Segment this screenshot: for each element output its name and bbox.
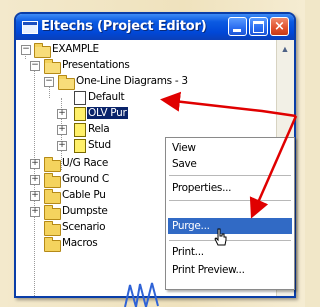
tree-item-label: Dumpste bbox=[62, 205, 108, 217]
tree-item-label: OLV Pur bbox=[87, 107, 128, 119]
tree-item-default[interactable]: Default bbox=[16, 90, 216, 105]
tree-item-label: One-Line Diagrams - 3 bbox=[76, 75, 188, 87]
tree-item-label: Stud bbox=[88, 139, 111, 151]
expand-toggle[interactable]: + bbox=[57, 125, 67, 135]
menu-item-print[interactable]: Print... bbox=[172, 244, 204, 260]
document-icon bbox=[74, 123, 86, 137]
menu-separator bbox=[169, 240, 291, 241]
close-button[interactable]: × bbox=[270, 17, 289, 36]
menu-item-save[interactable]: Save bbox=[172, 156, 197, 172]
expand-toggle[interactable]: + bbox=[57, 141, 67, 151]
collapse-toggle[interactable]: − bbox=[44, 77, 54, 87]
menu-separator bbox=[169, 200, 291, 201]
folder-icon bbox=[34, 43, 51, 58]
folder-icon bbox=[44, 189, 61, 204]
tree-item-label: Ground C bbox=[62, 173, 109, 185]
title-bar[interactable]: Eltechs (Project Editor) × bbox=[16, 14, 294, 40]
collapse-toggle[interactable]: − bbox=[21, 45, 31, 55]
expand-toggle[interactable]: + bbox=[30, 175, 40, 185]
menu-item-print-preview[interactable]: Print Preview... bbox=[172, 262, 245, 278]
tree-item-label: Presentations bbox=[62, 59, 130, 71]
app-window-icon bbox=[22, 21, 38, 34]
tree-item-label: Cable Pu bbox=[62, 189, 106, 201]
minimize-button[interactable] bbox=[228, 17, 247, 36]
context-menu: View Save Properties... Purge... Print..… bbox=[165, 137, 295, 290]
folder-icon bbox=[44, 221, 61, 236]
menu-item-properties[interactable]: Properties... bbox=[172, 180, 231, 196]
tree-item-label: Scenario bbox=[62, 221, 106, 233]
tree-item-label: Default bbox=[88, 91, 125, 103]
document-icon bbox=[74, 139, 86, 153]
tree-item-example[interactable]: − EXAMPLE bbox=[16, 42, 216, 58]
document-icon bbox=[74, 91, 86, 105]
tree-item-label: Rela bbox=[88, 123, 110, 135]
folder-icon bbox=[44, 59, 61, 74]
tree-item-label: EXAMPLE bbox=[52, 43, 99, 55]
folder-icon bbox=[44, 205, 61, 220]
collapse-toggle[interactable]: − bbox=[30, 61, 40, 71]
expand-toggle[interactable]: + bbox=[30, 191, 40, 201]
expand-toggle[interactable]: + bbox=[30, 207, 40, 217]
close-icon: × bbox=[274, 19, 285, 34]
tree-item-label: U/G Race bbox=[62, 157, 109, 169]
tree-item-label: Macros bbox=[62, 237, 98, 249]
expand-toggle[interactable]: + bbox=[30, 159, 40, 169]
folder-icon bbox=[44, 157, 61, 172]
document-icon bbox=[74, 107, 86, 121]
tree-item-rela[interactable]: + Rela bbox=[16, 122, 216, 137]
expand-toggle[interactable]: + bbox=[57, 109, 67, 119]
folder-icon bbox=[44, 237, 61, 252]
window-title: Eltechs (Project Editor) bbox=[41, 19, 207, 34]
folder-icon bbox=[58, 75, 75, 90]
tree-item-olv[interactable]: + OLV Pur bbox=[16, 106, 216, 121]
tree-item-one-line-diagrams[interactable]: − One-Line Diagrams - 3 bbox=[16, 74, 236, 90]
hand-cursor-icon bbox=[214, 228, 227, 246]
menu-item-view[interactable]: View bbox=[172, 140, 196, 156]
maximize-button[interactable] bbox=[249, 17, 268, 36]
folder-icon bbox=[44, 173, 61, 188]
menu-item-purge[interactable]: Purge... bbox=[168, 218, 292, 234]
menu-separator bbox=[169, 175, 291, 176]
tree-item-presentations[interactable]: − Presentations bbox=[16, 58, 216, 74]
scroll-up-icon[interactable]: ▲ bbox=[279, 42, 291, 56]
